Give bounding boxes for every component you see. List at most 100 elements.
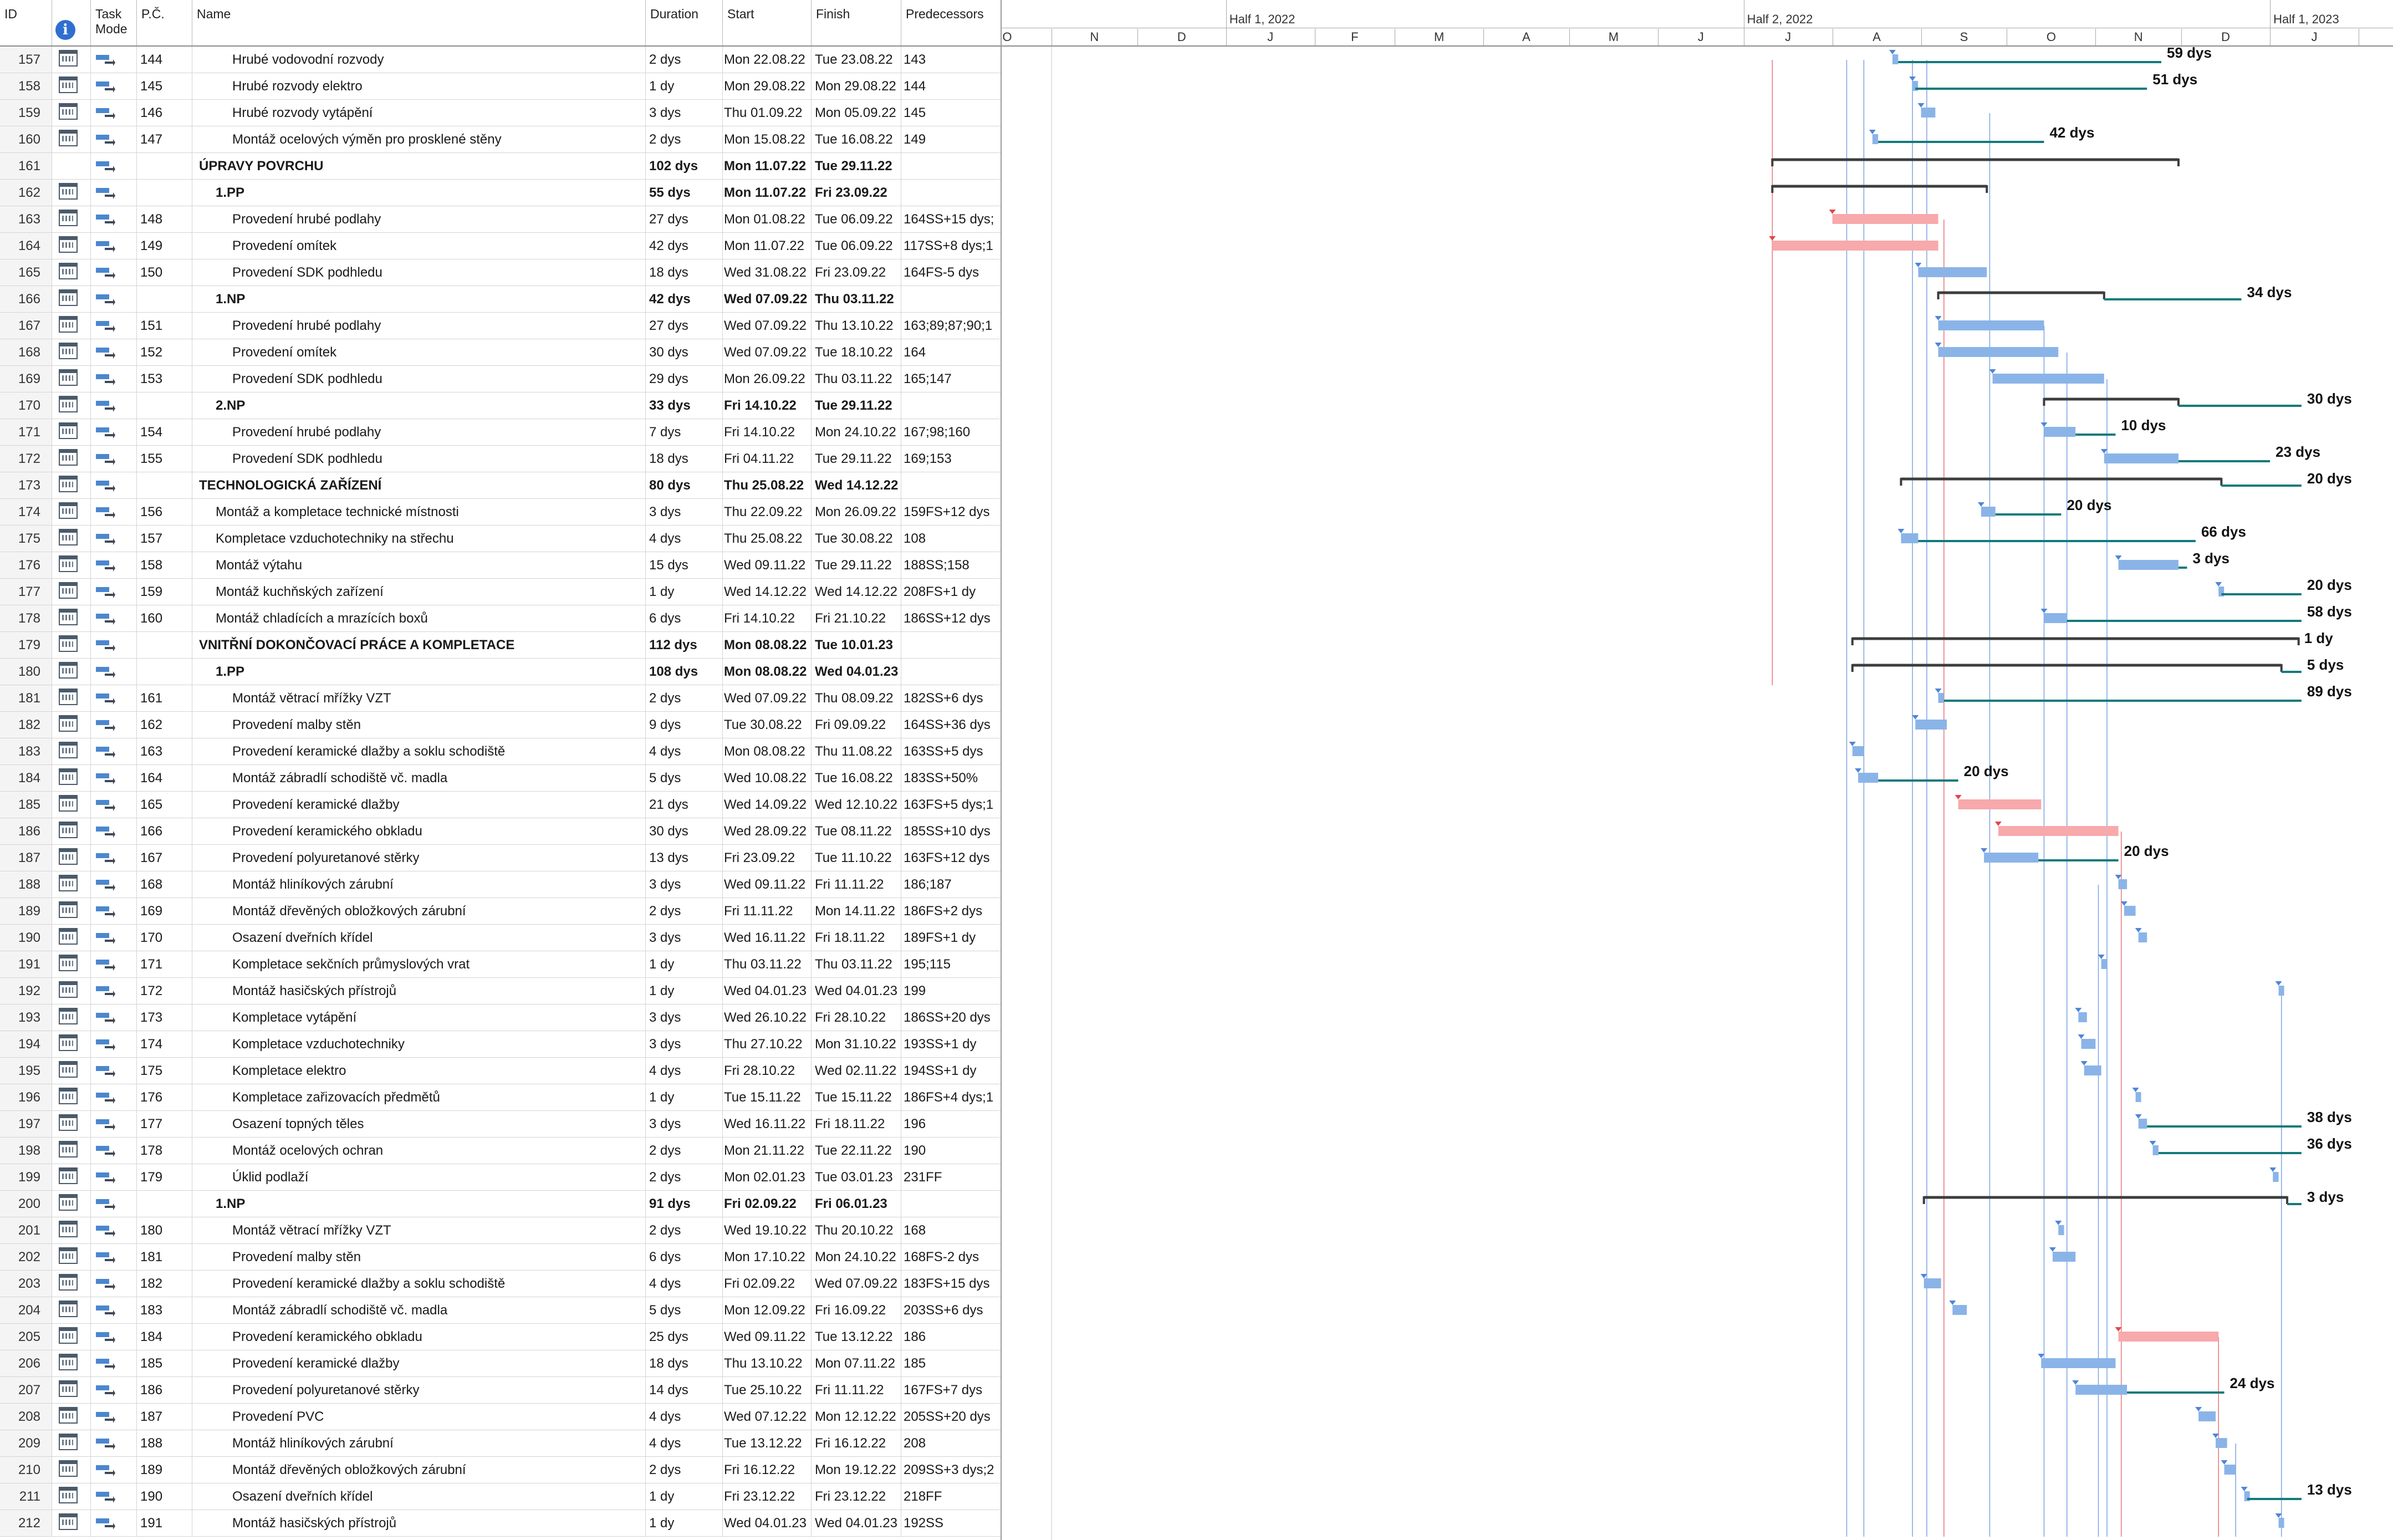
task-pc[interactable]: 144 xyxy=(137,47,192,73)
task-id[interactable]: 159 xyxy=(0,100,52,126)
task-start[interactable]: Fri 14.10.22 xyxy=(723,605,812,631)
task-name[interactable]: Kompletace vzduchotechniky xyxy=(192,1031,646,1057)
task-id[interactable]: 172 xyxy=(0,446,52,472)
task-finish[interactable]: Tue 23.08.22 xyxy=(812,47,901,73)
task-mode-cell[interactable] xyxy=(91,1324,137,1350)
task-start[interactable]: Wed 10.08.22 xyxy=(723,765,812,791)
task-start[interactable]: Fri 16.12.22 xyxy=(723,1457,812,1483)
task-pc[interactable]: 154 xyxy=(137,419,192,445)
task-start[interactable]: Wed 07.09.22 xyxy=(723,313,812,339)
task-pc[interactable]: 189 xyxy=(137,1457,192,1483)
task-name[interactable]: TECHNOLOGICKÁ ZAŘÍZENÍ xyxy=(192,472,646,498)
task-duration[interactable]: 33 dys xyxy=(646,392,723,419)
task-name[interactable]: Hrubé rozvody vytápění xyxy=(192,100,646,126)
task-row[interactable]: 172 155 Provedení SDK podhledu 18 dys Fri 04… xyxy=(0,446,1001,472)
task-duration[interactable]: 3 dys xyxy=(646,1111,723,1137)
task-pc[interactable] xyxy=(137,180,192,206)
task-start[interactable]: Mon 11.07.22 xyxy=(723,180,812,206)
task-finish[interactable]: Tue 08.11.22 xyxy=(812,818,901,844)
task-duration[interactable]: 3 dys xyxy=(646,1004,723,1031)
task-id[interactable]: 203 xyxy=(0,1271,52,1297)
task-mode-cell[interactable] xyxy=(91,1297,137,1323)
task-row[interactable]: 174 156 Montáž a kompletace technické míst… xyxy=(0,499,1001,526)
task-finish[interactable]: Wed 12.10.22 xyxy=(812,792,901,818)
task-id[interactable]: 179 xyxy=(0,632,52,658)
task-name[interactable]: Provedení keramického obkladu xyxy=(192,818,646,844)
task-pc[interactable]: 156 xyxy=(137,499,192,525)
col-header-task-mode[interactable]: Task Mode xyxy=(91,0,137,45)
task-mode-cell[interactable] xyxy=(91,1084,137,1110)
task-name[interactable]: Provedení malby stěn xyxy=(192,712,646,738)
task-row[interactable]: 195 175 Kompletace elektro 4 dys Fri 28.10.2… xyxy=(0,1058,1001,1084)
task-name[interactable]: Montáž dřevěných obložkových zárubní xyxy=(192,898,646,924)
task-pc[interactable]: 170 xyxy=(137,925,192,951)
task-row[interactable]: 201 180 Montáž větrací mřížky VZT 2 dys Wed … xyxy=(0,1217,1001,1244)
task-row[interactable]: 173 TECHNOLOGICKÁ ZAŘÍZENÍ 80 dys Thu 25.08… xyxy=(0,472,1001,499)
task-id[interactable]: 207 xyxy=(0,1377,52,1403)
task-row[interactable]: 204 183 Montáž zábradlí schodiště vč. madl… xyxy=(0,1297,1001,1324)
task-finish[interactable]: Tue 16.08.22 xyxy=(812,765,901,791)
task-start[interactable]: Fri 02.09.22 xyxy=(723,1191,812,1217)
task-predecessors[interactable]: 144 xyxy=(901,73,1001,99)
task-predecessors[interactable]: 168 xyxy=(901,1217,1001,1243)
task-row[interactable]: 157 144 Hrubé vodovodní rozvody 2 dys Mon 22… xyxy=(0,47,1001,73)
task-row[interactable]: 176 158 Montáž výtahu 15 dys Wed 09.11.22 Tue… xyxy=(0,552,1001,579)
task-name[interactable]: ÚPRAVY POVRCHU xyxy=(192,153,646,179)
task-name[interactable]: Montáž zábradlí schodiště vč. madla xyxy=(192,1297,646,1323)
task-row[interactable]: 182 162 Provedení malby stěn 9 dys Tue 30.08… xyxy=(0,712,1001,738)
task-row[interactable]: 180 1.PP 108 dys Mon 08.08.22 Wed 04.01.23 xyxy=(0,659,1001,685)
task-row[interactable]: 183 163 Provedení keramické dlažby a soklu… xyxy=(0,738,1001,765)
task-finish[interactable]: Tue 30.08.22 xyxy=(812,526,901,552)
task-duration[interactable]: 108 dys xyxy=(646,659,723,685)
task-pc[interactable]: 152 xyxy=(137,339,192,365)
task-row[interactable]: 161 ÚPRAVY POVRCHU 102 dys Mon 11.07.22 Tue … xyxy=(0,153,1001,180)
task-name[interactable]: Montáž hliníkových zárubní xyxy=(192,871,646,898)
task-predecessors[interactable] xyxy=(901,472,1001,498)
task-duration[interactable]: 25 dys xyxy=(646,1324,723,1350)
task-id[interactable]: 193 xyxy=(0,1004,52,1031)
task-duration[interactable]: 18 dys xyxy=(646,446,723,472)
task-pc[interactable] xyxy=(137,392,192,419)
task-start[interactable]: Wed 16.11.22 xyxy=(723,1111,812,1137)
task-row[interactable]: 209 188 Montáž hliníkových zárubní 4 dys Tue… xyxy=(0,1430,1001,1457)
task-mode-cell[interactable] xyxy=(91,73,137,99)
task-id[interactable]: 197 xyxy=(0,1111,52,1137)
task-name[interactable]: Montáž hasičských přístrojů xyxy=(192,1510,646,1536)
task-name[interactable]: VNITŘNÍ DOKONČOVACÍ PRÁCE A KOMPLETACE xyxy=(192,632,646,658)
task-start[interactable]: Tue 15.11.22 xyxy=(723,1084,812,1110)
task-start[interactable]: Fri 14.10.22 xyxy=(723,392,812,419)
task-predecessors[interactable]: 196 xyxy=(901,1111,1001,1137)
task-pc[interactable]: 181 xyxy=(137,1244,192,1270)
task-pc[interactable]: 158 xyxy=(137,552,192,578)
task-predecessors[interactable]: 231FF xyxy=(901,1164,1001,1190)
task-row[interactable]: 197 177 Osazení topných těles 3 dys Wed 16.1… xyxy=(0,1111,1001,1138)
task-predecessors[interactable]: 186;187 xyxy=(901,871,1001,898)
task-id[interactable]: 185 xyxy=(0,792,52,818)
task-name[interactable]: Provedení keramické dlažby xyxy=(192,792,646,818)
task-row[interactable]: 168 152 Provedení omítek 30 dys Wed 07.09.22… xyxy=(0,339,1001,366)
task-duration[interactable]: 4 dys xyxy=(646,1271,723,1297)
task-mode-cell[interactable] xyxy=(91,313,137,339)
task-duration[interactable]: 3 dys xyxy=(646,499,723,525)
task-name[interactable]: Provedení polyuretanové stěrky xyxy=(192,1377,646,1403)
task-start[interactable]: Mon 12.09.22 xyxy=(723,1297,812,1323)
task-id[interactable]: 167 xyxy=(0,313,52,339)
task-row[interactable]: 205 184 Provedení keramického obkladu 25 dy… xyxy=(0,1324,1001,1350)
task-finish[interactable]: Fri 23.09.22 xyxy=(812,259,901,285)
task-start[interactable]: Fri 11.11.22 xyxy=(723,898,812,924)
task-start[interactable]: Thu 25.08.22 xyxy=(723,472,812,498)
task-duration[interactable]: 6 dys xyxy=(646,1244,723,1270)
task-duration[interactable]: 42 dys xyxy=(646,286,723,312)
task-duration[interactable]: 2 dys xyxy=(646,47,723,73)
task-start[interactable]: Wed 28.09.22 xyxy=(723,818,812,844)
task-finish[interactable]: Wed 04.01.23 xyxy=(812,978,901,1004)
task-name[interactable]: Kompletace zařizovacích předmětů xyxy=(192,1084,646,1110)
task-predecessors[interactable]: 159FS+12 dys xyxy=(901,499,1001,525)
task-start[interactable]: Wed 14.12.22 xyxy=(723,579,812,605)
task-finish[interactable]: Thu 08.09.22 xyxy=(812,685,901,711)
task-row[interactable]: 211 190 Osazení dveřních křídel 1 dy Fri 23.… xyxy=(0,1483,1001,1510)
task-predecessors[interactable]: 169;153 xyxy=(901,446,1001,472)
task-name[interactable]: Provedení keramické dlažby xyxy=(192,1350,646,1376)
task-id[interactable]: 196 xyxy=(0,1084,52,1110)
task-row[interactable]: 162 1.PP 55 dys Mon 11.07.22 Fri 23.09.22 xyxy=(0,180,1001,206)
